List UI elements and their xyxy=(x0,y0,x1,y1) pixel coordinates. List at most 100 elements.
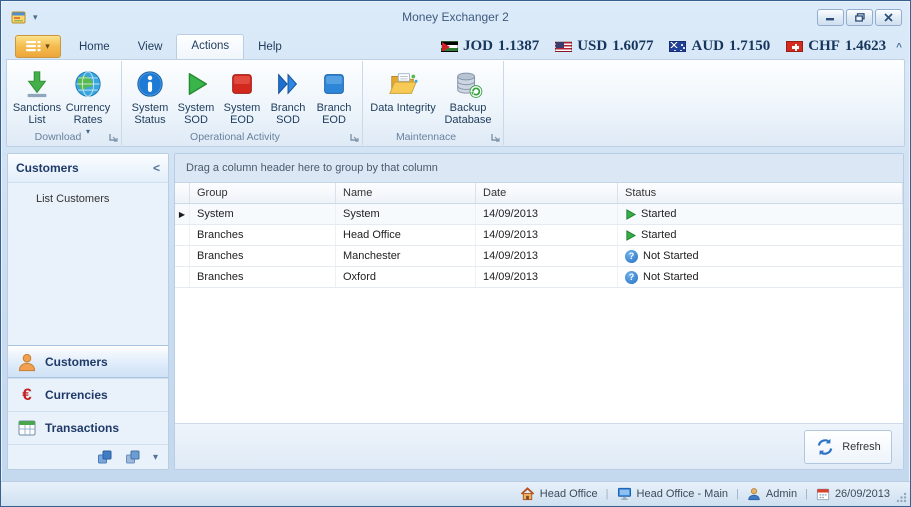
grid-pane: Drag a column header here to group by th… xyxy=(174,153,904,470)
tab-home[interactable]: Home xyxy=(65,36,124,59)
header-indicator-cell xyxy=(175,183,190,203)
usa-flag-icon xyxy=(555,41,573,52)
row-selection-indicator xyxy=(175,267,190,287)
folder-icon xyxy=(387,66,419,102)
double-chevron-icon xyxy=(273,66,303,102)
group-by-bar[interactable]: Drag a column header here to group by th… xyxy=(175,154,903,183)
status-separator: | xyxy=(736,488,739,500)
grid-empty-area xyxy=(175,288,903,423)
dialog-launcher-icon[interactable] xyxy=(350,133,359,142)
tab-actions[interactable]: Actions xyxy=(176,34,245,59)
backup-database-button[interactable]: Backup Database xyxy=(438,63,498,126)
cell-name: Manchester xyxy=(336,246,476,266)
dialog-launcher-icon[interactable] xyxy=(491,133,500,142)
table-row[interactable]: Branches Oxford 14/09/2013 ? Not Started xyxy=(175,267,903,288)
resize-grip-icon[interactable] xyxy=(896,492,907,503)
group-label-maintenance: Maintennace xyxy=(395,131,457,143)
tab-help[interactable]: Help xyxy=(244,36,296,59)
footer-options-caret-icon[interactable]: ▾ xyxy=(153,452,158,463)
app-icon xyxy=(11,10,27,25)
application-menu-button[interactable]: ▾ xyxy=(15,35,61,58)
column-header-date[interactable]: Date xyxy=(476,183,618,203)
status-date-label: 26/09/2013 xyxy=(834,488,890,500)
close-button[interactable] xyxy=(875,8,902,26)
ticker-code: CHF xyxy=(808,38,840,54)
row-selection-indicator: ▶ xyxy=(175,204,190,224)
refresh-label: Refresh xyxy=(842,440,881,453)
sidebar-footer: ▾ xyxy=(8,444,168,469)
ticker-rate: 1.1387 xyxy=(497,38,540,54)
table-row[interactable]: Branches Manchester 14/09/2013 ? Not Sta… xyxy=(175,246,903,267)
currency-rates-button[interactable]: Currency Rates ▾ xyxy=(60,63,116,138)
cell-date: 14/09/2013 xyxy=(476,246,618,266)
cubes-icon[interactable] xyxy=(125,449,141,465)
title-bar: ▾ Money Exchanger 2 xyxy=(1,1,910,31)
tab-view[interactable]: View xyxy=(124,36,177,59)
cell-status: ? Not Started xyxy=(618,267,903,287)
sidebar-nav-currencies[interactable]: € Currencies xyxy=(8,378,168,411)
collapse-ribbon-button[interactable]: ^ xyxy=(896,42,902,53)
dialog-launcher-icon[interactable] xyxy=(109,133,118,142)
sidebar-panel-title: Customers xyxy=(16,161,79,175)
nav-label: Customers xyxy=(45,354,108,369)
data-integrity-button[interactable]: Data Integrity xyxy=(368,63,438,114)
status-separator: | xyxy=(805,488,808,500)
currency-ticker: JOD 1.1387 USD 1.6077 AUD 1.7150 CHF 1.4… xyxy=(440,38,894,55)
button-label: Sanctions List xyxy=(12,102,62,126)
button-label: System Status xyxy=(131,102,169,126)
started-icon xyxy=(625,229,636,241)
refresh-button[interactable]: Refresh xyxy=(804,429,892,464)
button-label: System EOD xyxy=(223,102,261,126)
column-header-name[interactable]: Name xyxy=(336,183,476,203)
info-icon xyxy=(135,66,165,102)
ticker-rate: 1.6077 xyxy=(612,38,654,54)
nav-label: Currencies xyxy=(45,388,108,402)
cubes-icon[interactable] xyxy=(97,449,113,465)
sanctions-list-button[interactable]: Sanctions List xyxy=(12,63,62,126)
system-eod-button[interactable]: System EOD xyxy=(219,63,265,126)
not-started-icon: ? xyxy=(625,249,638,263)
home-icon xyxy=(520,487,535,501)
restore-button[interactable] xyxy=(846,8,873,26)
status-branch: Head Office xyxy=(520,487,598,501)
sidebar-item-list-customers[interactable]: List Customers xyxy=(8,183,168,205)
status-user-label: Admin xyxy=(765,488,798,500)
ticker-code: USD xyxy=(577,38,608,54)
column-header-status[interactable]: Status xyxy=(618,183,903,203)
sidebar-collapse-button[interactable]: < xyxy=(153,161,160,175)
system-sod-button[interactable]: System SOD xyxy=(173,63,219,126)
status-text: Not Started xyxy=(643,250,699,262)
status-date[interactable]: 26/09/2013 xyxy=(816,487,890,501)
status-user: Admin xyxy=(747,487,797,501)
cell-date: 14/09/2013 xyxy=(476,204,618,224)
branch-sod-button[interactable]: Branch SOD xyxy=(265,63,311,126)
cell-group: Branches xyxy=(190,246,336,266)
download-icon xyxy=(22,66,52,102)
row-pointer-icon: ▶ xyxy=(178,209,186,219)
ribbon-group-download: Sanctions List Currency Rates ▾ Download xyxy=(9,61,122,145)
qat-customize-caret-icon[interactable]: ▾ xyxy=(33,12,38,23)
row-selection-indicator xyxy=(175,246,190,266)
system-status-button[interactable]: System Status xyxy=(127,63,173,126)
sidebar-nav-transactions[interactable]: Transactions xyxy=(8,411,168,444)
started-icon xyxy=(625,208,636,220)
cell-name: Oxford xyxy=(336,267,476,287)
minimize-button[interactable] xyxy=(817,8,844,26)
window-title: Money Exchanger 2 xyxy=(402,10,509,24)
sidebar-nav-customers[interactable]: Customers xyxy=(8,345,168,378)
sidebar: Customers < List Customers Customers € C… xyxy=(7,153,169,470)
sidebar-panel-header: Customers < xyxy=(8,154,168,183)
user-icon xyxy=(747,487,761,501)
ticker-code: JOD xyxy=(462,38,493,54)
table-row[interactable]: ▶ System System 14/09/2013 Started xyxy=(175,204,903,225)
grid-header-row: Group Name Date Status xyxy=(175,183,903,204)
jordan-flag-icon xyxy=(440,41,458,52)
column-header-group[interactable]: Group xyxy=(190,183,336,203)
branch-eod-button[interactable]: Branch EOD xyxy=(311,63,357,126)
caret-down-icon: ▾ xyxy=(45,41,50,51)
cell-group: Branches xyxy=(190,267,336,287)
close-icon xyxy=(884,12,893,22)
button-label: Branch EOD xyxy=(316,102,352,126)
button-label: Currency Rates xyxy=(65,102,111,126)
table-row[interactable]: Branches Head Office 14/09/2013 Started xyxy=(175,225,903,246)
